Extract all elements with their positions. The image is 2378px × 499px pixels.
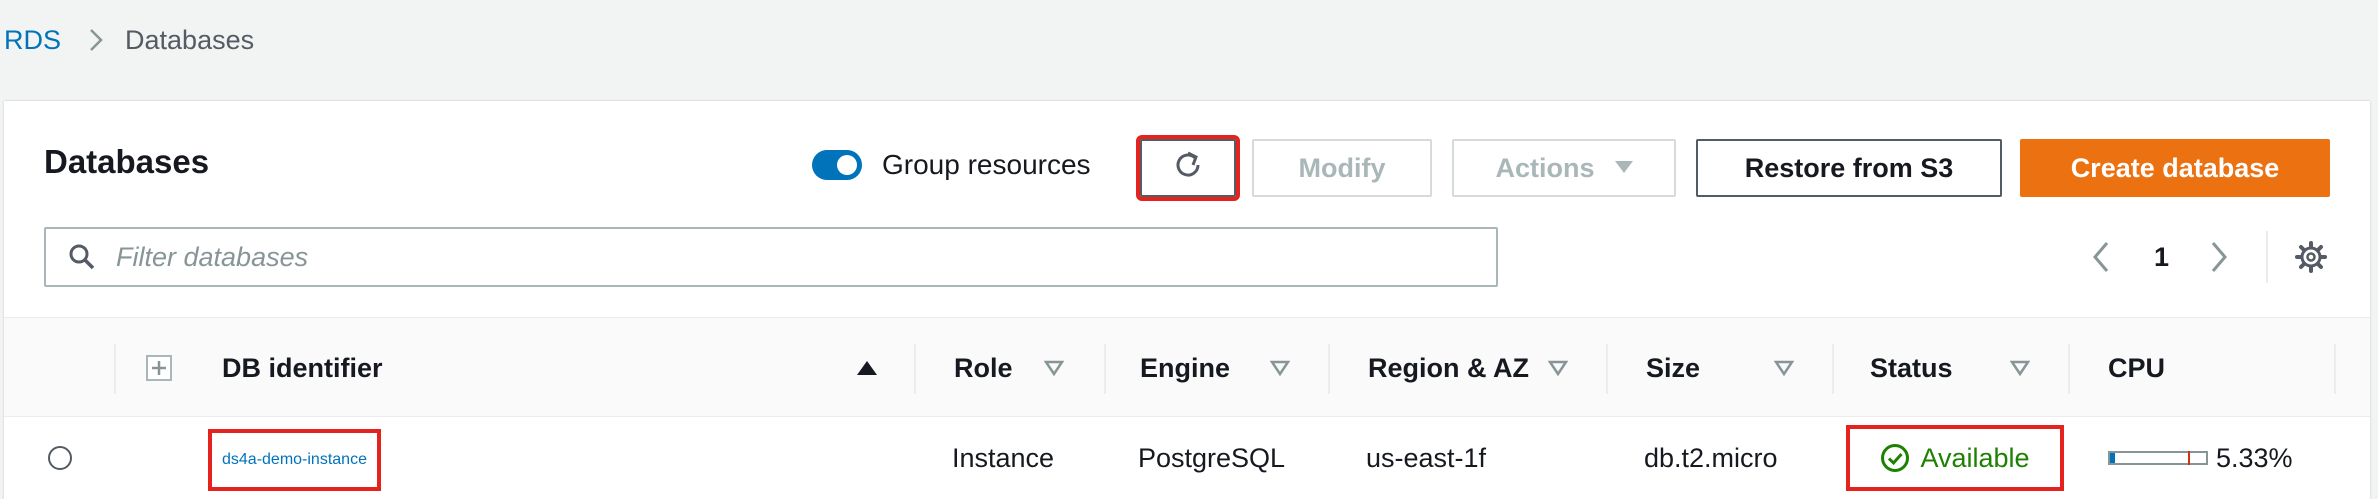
refresh-button[interactable] — [1136, 135, 1240, 201]
toggle-switch[interactable] — [812, 150, 862, 180]
refresh-icon — [1171, 148, 1205, 189]
region-az-cell: us-east-1f — [1366, 442, 1487, 473]
table-settings-button[interactable] — [2294, 227, 2328, 287]
chevron-left-icon — [2092, 241, 2110, 273]
cpu-usage-bar — [2108, 451, 2208, 465]
sort-icon[interactable] — [2010, 318, 2030, 418]
caret-down-icon — [1614, 161, 1633, 175]
column-divider — [114, 344, 116, 394]
col-header-status[interactable]: Status — [1870, 318, 1953, 418]
table-header: DB identifier Role Engine Region & AZ Si… — [4, 317, 2370, 417]
databases-panel: Databases Group resources Modify Actions… — [4, 100, 2370, 499]
next-page-button[interactable] — [2210, 227, 2228, 287]
gear-icon — [2294, 240, 2328, 274]
col-header-region-az[interactable]: Region & AZ — [1368, 318, 1529, 418]
modify-button[interactable]: Modify — [1252, 139, 1432, 197]
db-identifier-cell: ds4a-demo-instance — [208, 429, 381, 491]
filter-databases-input[interactable] — [114, 240, 1418, 274]
filter-databases-field[interactable] — [44, 227, 1498, 287]
cpu-usage-fill — [2110, 453, 2116, 463]
actions-label: Actions — [1495, 152, 1595, 183]
expand-all-icon[interactable] — [146, 318, 172, 418]
previous-page-button[interactable] — [2092, 227, 2110, 287]
col-header-cpu[interactable]: CPU — [2108, 318, 2165, 418]
create-database-button[interactable]: Create database — [2020, 139, 2330, 197]
column-divider — [1328, 344, 1330, 394]
check-circle-icon — [1880, 443, 1910, 473]
col-header-role[interactable]: Role — [954, 318, 1013, 418]
col-header-db-identifier[interactable]: DB identifier — [222, 318, 383, 418]
group-resources-label: Group resources — [882, 149, 1091, 180]
restore-from-s3-button[interactable]: Restore from S3 — [1696, 139, 2002, 197]
breadcrumb: RDS Databases — [0, 20, 254, 60]
cpu-percent: 5.33% — [2216, 442, 2293, 473]
row-select-radio[interactable] — [48, 417, 72, 499]
sort-ascending-icon[interactable] — [856, 318, 878, 418]
column-divider — [1832, 344, 1834, 394]
db-identifier-link[interactable]: ds4a-demo-instance — [222, 451, 367, 469]
actions-button[interactable]: Actions — [1452, 139, 1676, 197]
cpu-cell: 5.33% — [2108, 417, 2293, 499]
status-text: Available — [1920, 442, 2030, 473]
engine-cell: PostgreSQL — [1138, 442, 1286, 473]
search-icon — [68, 243, 96, 271]
col-header-size[interactable]: Size — [1646, 318, 1700, 418]
role-cell: Instance — [952, 442, 1055, 473]
pagination-divider — [2266, 231, 2268, 283]
column-divider — [1606, 344, 1608, 394]
group-resources-toggle[interactable]: Group resources — [812, 149, 1091, 181]
page-title: Databases — [44, 143, 210, 180]
sort-icon[interactable] — [1044, 318, 1064, 418]
sort-icon[interactable] — [1774, 318, 1794, 418]
column-divider — [914, 344, 916, 394]
current-page-number[interactable]: 1 — [2154, 227, 2169, 287]
breadcrumb-rds-link[interactable]: RDS — [4, 25, 61, 56]
sort-icon[interactable] — [1548, 318, 1568, 418]
sort-icon[interactable] — [1270, 318, 1290, 418]
size-cell: db.t2.micro — [1644, 442, 1778, 473]
breadcrumb-current: Databases — [125, 24, 255, 55]
chevron-right-icon — [89, 28, 103, 52]
status-cell: Available — [1846, 425, 2064, 491]
cpu-threshold-mark — [2188, 451, 2190, 465]
col-header-engine[interactable]: Engine — [1140, 318, 1230, 418]
column-divider — [2068, 344, 2070, 394]
column-divider — [2334, 344, 2336, 394]
column-divider — [1104, 344, 1106, 394]
table-row[interactable]: ds4a-demo-instance Instance PostgreSQL u… — [4, 417, 2370, 499]
chevron-right-icon — [2210, 241, 2228, 273]
